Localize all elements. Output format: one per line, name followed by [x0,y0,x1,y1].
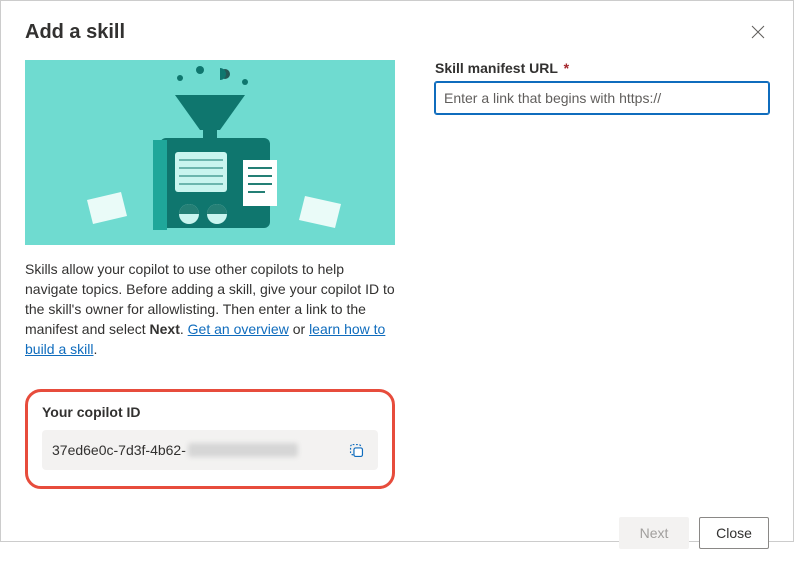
skill-url-label: Skill manifest URL * [435,60,769,76]
close-button[interactable]: Close [699,517,769,549]
add-skill-dialog: Add a skill [0,0,794,542]
desc-next-bold: Next [150,321,180,337]
copilot-id-prefix: 37ed6e0c-7d3f-4b62- [52,442,186,458]
desc-period: . [180,321,188,337]
copilot-id-highlight: Your copilot ID 37ed6e0c-7d3f-4b62- [25,389,395,489]
copilot-id-value: 37ed6e0c-7d3f-4b62- [52,442,298,458]
dialog-body: Skills allow your copilot to use other c… [1,52,793,505]
left-column: Skills allow your copilot to use other c… [25,60,395,489]
overview-link[interactable]: Get an overview [188,321,289,337]
skill-description: Skills allow your copilot to use other c… [25,259,395,359]
close-icon[interactable] [747,21,769,43]
copilot-id-label: Your copilot ID [42,404,378,420]
required-marker: * [564,60,569,76]
copilot-id-row: 37ed6e0c-7d3f-4b62- [42,430,378,470]
desc-end: . [93,341,97,357]
skill-manifest-url-input[interactable] [435,82,769,114]
desc-or: or [289,321,309,337]
dialog-header: Add a skill [1,1,793,52]
right-column: Skill manifest URL * [435,60,769,489]
skill-url-label-text: Skill manifest URL [435,60,558,76]
copy-icon[interactable] [344,438,368,462]
skill-illustration [25,60,395,245]
next-button: Next [619,517,689,549]
dialog-footer: Next Close [1,505,793,569]
copilot-id-redacted [188,443,298,457]
dialog-title: Add a skill [25,21,125,44]
